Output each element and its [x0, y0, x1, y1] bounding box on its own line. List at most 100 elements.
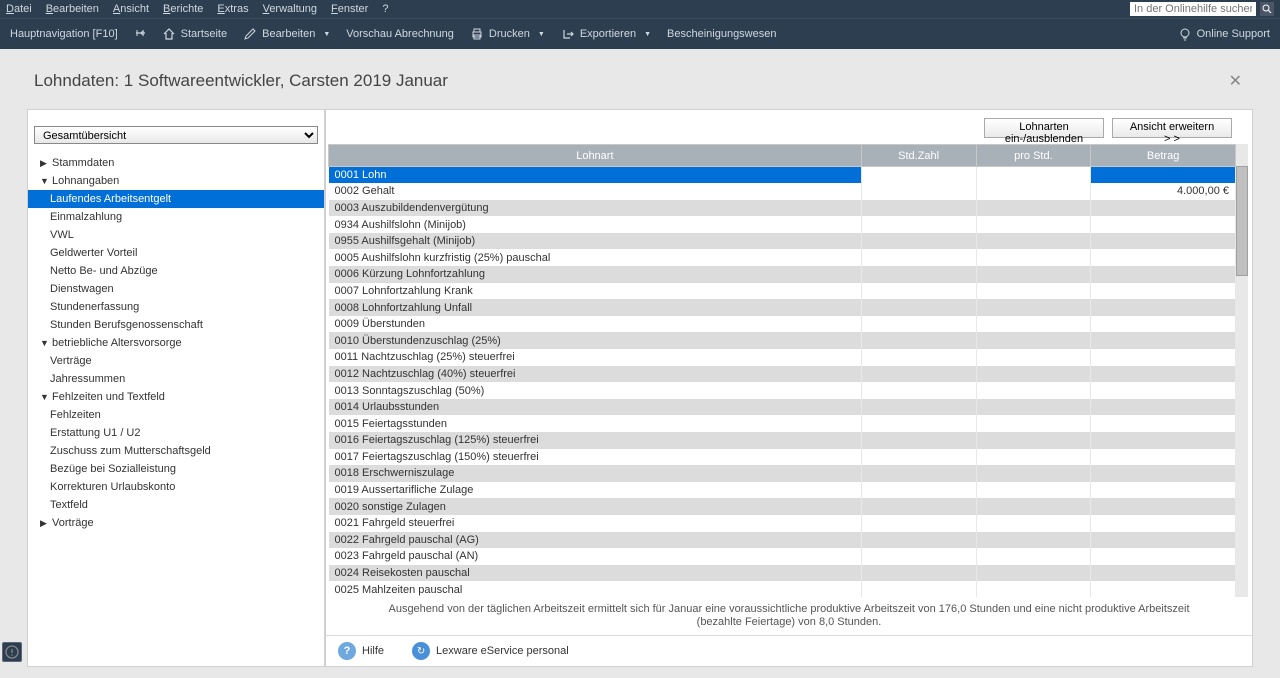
cell-betrag[interactable]: [1091, 532, 1236, 549]
cell-betrag[interactable]: [1091, 349, 1236, 366]
cell-betrag[interactable]: [1091, 266, 1236, 283]
cell-stdzahl[interactable]: [861, 167, 976, 184]
cell-betrag[interactable]: [1091, 249, 1236, 266]
table-row[interactable]: 0018 Erschwerniszulage: [329, 465, 1236, 482]
table-row[interactable]: 0934 Aushilfslohn (Minijob): [329, 216, 1236, 233]
tree-item[interactable]: Laufendes Arbeitsentgelt: [28, 190, 324, 208]
cell-stdzahl[interactable]: [861, 233, 976, 250]
cell-betrag[interactable]: [1091, 548, 1236, 565]
cell-betrag[interactable]: [1091, 299, 1236, 316]
tree-item[interactable]: Geldwerter Vorteil: [28, 244, 324, 262]
tree-item[interactable]: Textfeld: [28, 496, 324, 514]
cell-stdzahl[interactable]: [861, 565, 976, 582]
cell-stdzahl[interactable]: [861, 465, 976, 482]
pin-icon[interactable]: [134, 28, 146, 40]
cell-stdzahl[interactable]: [861, 266, 976, 283]
table-row[interactable]: 0955 Aushilfsgehalt (Minijob): [329, 233, 1236, 250]
cell-prostd[interactable]: [976, 249, 1091, 266]
search-icon[interactable]: [1260, 2, 1274, 16]
cell-betrag[interactable]: [1091, 316, 1236, 333]
table-row[interactable]: 0024 Reisekosten pauschal: [329, 565, 1236, 582]
cell-prostd[interactable]: [976, 332, 1091, 349]
cell-prostd[interactable]: [976, 498, 1091, 515]
table-row[interactable]: 0009 Überstunden: [329, 316, 1236, 333]
cell-betrag[interactable]: 4.000,00 €: [1091, 183, 1236, 200]
exportieren-button[interactable]: Exportieren▼: [561, 27, 651, 41]
hauptnavigation-button[interactable]: Hauptnavigation [F10]: [10, 28, 118, 40]
tree-item[interactable]: Fehlzeiten: [28, 406, 324, 424]
search-input[interactable]: [1130, 2, 1256, 16]
cell-prostd[interactable]: [976, 266, 1091, 283]
table-row[interactable]: 0020 sonstige Zulagen: [329, 498, 1236, 515]
menu-datei[interactable]: Datei: [6, 3, 32, 15]
cell-prostd[interactable]: [976, 366, 1091, 383]
cell-prostd[interactable]: [976, 200, 1091, 217]
tree-item[interactable]: ▶Stammdaten: [28, 154, 324, 172]
cell-stdzahl[interactable]: [861, 349, 976, 366]
cell-stdzahl[interactable]: [861, 532, 976, 549]
tree-item[interactable]: Jahressummen: [28, 370, 324, 388]
cell-prostd[interactable]: [976, 565, 1091, 582]
cell-prostd[interactable]: [976, 532, 1091, 549]
cell-betrag[interactable]: [1091, 167, 1236, 184]
menu-bearbeiten[interactable]: Bearbeiten: [46, 3, 99, 15]
table-row[interactable]: 0010 Überstundenzuschlag (25%): [329, 332, 1236, 349]
vorschau-button[interactable]: Vorschau Abrechnung: [346, 28, 454, 40]
table-row[interactable]: 0007 Lohnfortzahlung Krank: [329, 283, 1236, 300]
tree-item[interactable]: Netto Be- und Abzüge: [28, 262, 324, 280]
table-row[interactable]: 0011 Nachtzuschlag (25%) steuerfrei: [329, 349, 1236, 366]
menu-extras[interactable]: Extras: [217, 3, 248, 15]
cell-betrag[interactable]: [1091, 415, 1236, 432]
cell-stdzahl[interactable]: [861, 299, 976, 316]
tree-item[interactable]: ▼betriebliche Altersvorsorge: [28, 334, 324, 352]
cell-betrag[interactable]: [1091, 216, 1236, 233]
help-button[interactable]: ? Hilfe: [338, 642, 384, 660]
cell-prostd[interactable]: [976, 515, 1091, 532]
menu-verwaltung[interactable]: Verwaltung: [263, 3, 317, 15]
cell-prostd[interactable]: [976, 216, 1091, 233]
cell-prostd[interactable]: [976, 465, 1091, 482]
cell-prostd[interactable]: [976, 349, 1091, 366]
startseite-button[interactable]: Startseite: [162, 27, 227, 41]
table-row[interactable]: 0013 Sonntagszuschlag (50%): [329, 382, 1236, 399]
tree-item[interactable]: Zuschuss zum Mutterschaftsgeld: [28, 442, 324, 460]
col-stdzahl[interactable]: Std.Zahl: [861, 145, 976, 167]
cell-prostd[interactable]: [976, 316, 1091, 333]
cell-prostd[interactable]: [976, 233, 1091, 250]
table-row[interactable]: 0017 Feiertagszuschlag (150%) steuerfrei: [329, 449, 1236, 466]
table-row[interactable]: 0002 Gehalt4.000,00 €: [329, 183, 1236, 200]
cell-stdzahl[interactable]: [861, 366, 976, 383]
cell-betrag[interactable]: [1091, 399, 1236, 416]
cell-betrag[interactable]: [1091, 283, 1236, 300]
menu-?[interactable]: ?: [382, 3, 388, 15]
cell-stdzahl[interactable]: [861, 183, 976, 200]
cell-betrag[interactable]: [1091, 200, 1236, 217]
cell-prostd[interactable]: [976, 482, 1091, 499]
cell-stdzahl[interactable]: [861, 415, 976, 432]
table-row[interactable]: 0003 Auszubildendenvergütung: [329, 200, 1236, 217]
tree-item[interactable]: Dienstwagen: [28, 280, 324, 298]
view-dropdown[interactable]: Gesamtübersicht: [34, 126, 318, 144]
cell-stdzahl[interactable]: [861, 200, 976, 217]
alert-icon[interactable]: [2, 642, 22, 662]
table-row[interactable]: 0012 Nachtzuschlag (40%) steuerfrei: [329, 366, 1236, 383]
cell-betrag[interactable]: [1091, 332, 1236, 349]
cell-betrag[interactable]: [1091, 581, 1236, 597]
cell-prostd[interactable]: [976, 449, 1091, 466]
cell-prostd[interactable]: [976, 415, 1091, 432]
close-icon[interactable]: ✕: [1225, 67, 1246, 95]
tree-item[interactable]: Verträge: [28, 352, 324, 370]
toggle-lohnarten-button[interactable]: Lohnarten ein-/ausblenden: [984, 118, 1104, 138]
cell-stdzahl[interactable]: [861, 482, 976, 499]
col-prostd[interactable]: pro Std.: [976, 145, 1091, 167]
table-row[interactable]: 0019 Aussertarifliche Zulage: [329, 482, 1236, 499]
bescheinigung-button[interactable]: Bescheinigungswesen: [667, 28, 776, 40]
cell-betrag[interactable]: [1091, 449, 1236, 466]
tree-item[interactable]: Korrekturen Urlaubskonto: [28, 478, 324, 496]
cell-prostd[interactable]: [976, 548, 1091, 565]
tree-item[interactable]: ▶Vorträge: [28, 514, 324, 532]
cell-betrag[interactable]: [1091, 498, 1236, 515]
tree-item[interactable]: ▼Lohnangaben: [28, 172, 324, 190]
support-button[interactable]: Online Support: [1178, 27, 1270, 41]
table-row[interactable]: 0023 Fahrgeld pauschal (AN): [329, 548, 1236, 565]
